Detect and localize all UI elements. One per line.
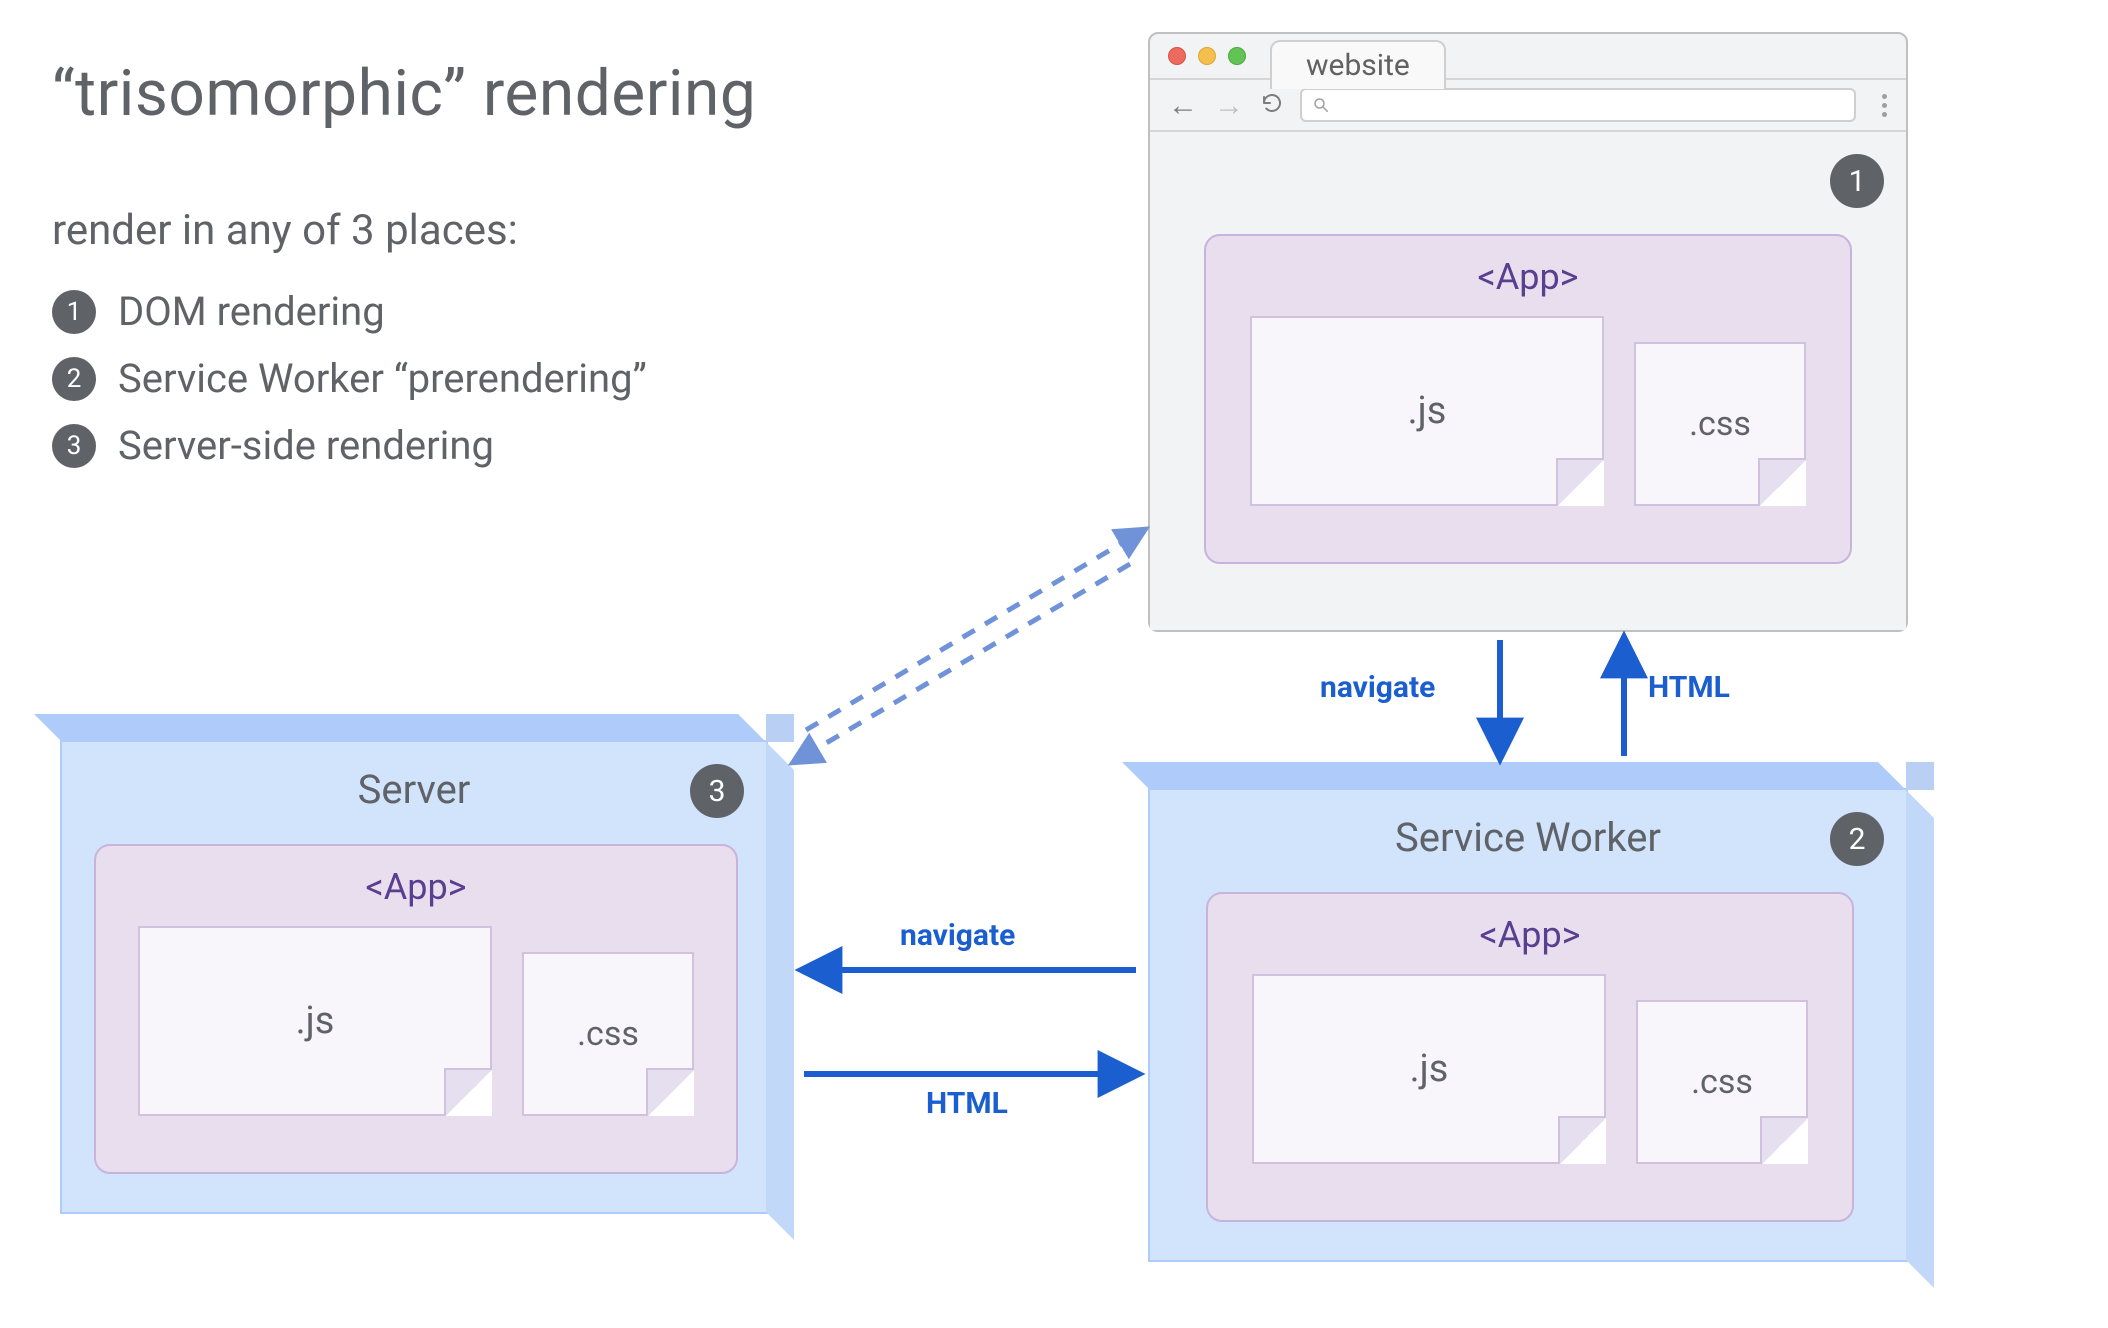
list-item-ssr: 3 Server-side rendering [52,422,647,469]
browser-titlebar: website [1150,34,1906,80]
server-app-panel: <App> .js .css [94,844,738,1174]
browser-badge: 1 [1830,154,1884,208]
worker-app-panel: <App> .js .css [1206,892,1854,1222]
browser-toolbar: ← → [1150,80,1906,132]
server-title: Server [62,766,766,813]
label-navigate-vertical: navigate [1320,670,1435,705]
list-item-label: Service Worker “prerendering” [118,355,647,402]
file-label: .js [296,999,335,1043]
app-label: <App> [1479,914,1580,956]
server-box: Server 3 <App> .js .css [60,740,768,1214]
file-label: .css [1691,1062,1753,1102]
tab-label: website [1306,48,1410,83]
minimize-icon [1198,47,1216,65]
page-title: “trisomorphic” rendering [52,56,756,131]
css-file-icon: .css [1636,1000,1808,1164]
worker-badge: 2 [1830,812,1884,866]
server-badge: 3 [690,764,744,818]
file-label: .css [1689,404,1751,444]
maximize-icon [1228,47,1246,65]
browser-app-panel: <App> .js .css [1204,234,1852,564]
js-file-icon: .js [138,926,492,1116]
diagram-root: “trisomorphic” rendering render in any o… [0,0,2108,1328]
app-label: <App> [1477,256,1578,298]
browser-tab: website [1270,40,1446,89]
page-fold-icon [444,1068,492,1116]
close-icon [1168,47,1186,65]
browser-viewport: 1 <App> .js .css [1150,132,1906,630]
file-row: .js .css [1250,316,1806,506]
badge-3-icon: 3 [52,424,96,468]
file-row: .js .css [1252,974,1808,1164]
css-file-icon: .css [522,952,694,1116]
worker-title: Service Worker [1150,814,1906,861]
label-html-vertical: HTML [1648,670,1730,705]
label-html-horizontal: HTML [926,1086,1008,1121]
badge-1-icon: 1 [52,290,96,334]
file-row: .js .css [138,926,694,1116]
service-worker-box: Service Worker 2 <App> .js .css [1148,788,1908,1262]
browser-window: website ← → 1 <App> .js [1148,32,1908,632]
page-fold-icon [1760,1116,1808,1164]
page-fold-icon [646,1068,694,1116]
back-icon: ← [1168,88,1198,123]
label-navigate-horizontal: navigate [900,918,1015,953]
list-item-sw: 2 Service Worker “prerendering” [52,355,647,402]
url-bar [1300,88,1856,122]
app-label: <App> [365,866,466,908]
render-places-list: 1 DOM rendering 2 Service Worker “preren… [52,288,647,469]
badge-2-icon: 2 [52,357,96,401]
file-label: .css [577,1014,639,1054]
menu-icon [1882,94,1888,117]
js-file-icon: .js [1252,974,1606,1164]
list-item-dom: 1 DOM rendering [52,288,647,335]
page-fold-icon [1758,458,1806,506]
page-fold-icon [1558,1116,1606,1164]
arrow-dashed-up [806,530,1144,730]
file-label: .js [1410,1047,1449,1091]
page-fold-icon [1556,458,1604,506]
arrow-dashed-down [794,564,1130,762]
css-file-icon: .css [1634,342,1806,506]
list-item-label: Server-side rendering [118,422,494,469]
list-item-label: DOM rendering [118,288,385,335]
page-subtitle: render in any of 3 places: [52,206,518,255]
js-file-icon: .js [1250,316,1604,506]
forward-icon: → [1214,88,1244,123]
reload-icon [1260,91,1284,119]
search-icon [1312,96,1330,114]
file-label: .js [1408,389,1447,433]
